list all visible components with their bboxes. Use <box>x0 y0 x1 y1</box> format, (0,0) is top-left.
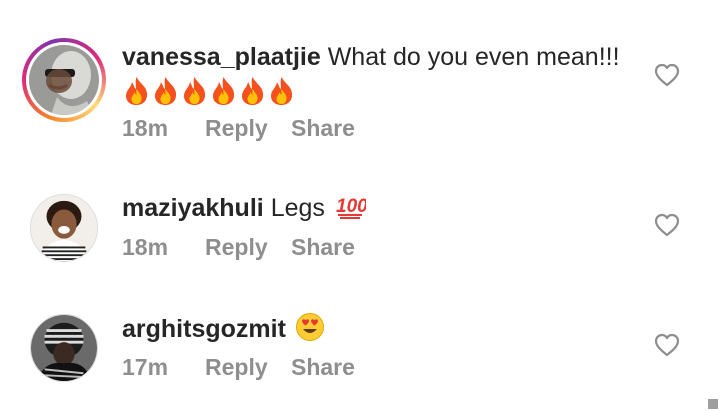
comment-time: 18m <box>122 234 169 260</box>
avatar <box>31 195 97 261</box>
heart-eyes-icon <box>295 313 324 341</box>
comment-text-line: maziyakhuli Legs 100 <box>122 192 368 223</box>
avatar <box>29 45 99 115</box>
comment-text-line: arghitsgozmit <box>122 312 325 344</box>
reply-button[interactable]: Reply <box>205 354 291 381</box>
like-heart-icon[interactable] <box>654 213 680 237</box>
avatar <box>31 315 97 381</box>
comment-username[interactable]: vanessa_plaatjie <box>122 43 321 71</box>
share-button[interactable]: Share <box>291 234 355 261</box>
hundred-points-icon: 100 <box>336 196 368 219</box>
fire-icon <box>155 77 177 105</box>
fire-icon <box>184 77 206 105</box>
fire-icon <box>242 77 264 105</box>
avatar-frame[interactable] <box>30 194 98 262</box>
share-button[interactable]: Share <box>291 115 355 142</box>
like-heart-icon[interactable] <box>654 63 680 87</box>
comment-time: 18m <box>122 115 169 141</box>
share-button[interactable]: Share <box>291 354 355 381</box>
svg-text:100: 100 <box>336 196 366 217</box>
reply-button[interactable]: Reply <box>205 115 291 142</box>
comment-username[interactable]: maziyakhuli <box>122 194 264 222</box>
fire-icon <box>126 77 148 105</box>
comment-meta: 18m Reply Share <box>122 234 355 261</box>
comment-body: What do you even mean!!! <box>327 43 620 71</box>
avatar-story-ring[interactable] <box>22 38 106 122</box>
comment-text-line: vanessa_plaatjie What do you even mean!!… <box>122 42 620 72</box>
reply-button[interactable]: Reply <box>205 234 291 261</box>
emoji-row <box>122 76 296 106</box>
comment-time: 17m <box>122 354 169 380</box>
scroll-indicator <box>708 399 718 409</box>
avatar-frame[interactable] <box>30 314 98 382</box>
fire-icon <box>271 77 293 105</box>
fire-icon <box>213 77 235 105</box>
comment-username[interactable]: arghitsgozmit <box>122 315 286 343</box>
comment-body: Legs <box>270 194 325 222</box>
comment-meta: 18m Reply Share <box>122 115 355 142</box>
like-heart-icon[interactable] <box>654 333 680 357</box>
comment-meta: 17m Reply Share <box>122 354 355 381</box>
